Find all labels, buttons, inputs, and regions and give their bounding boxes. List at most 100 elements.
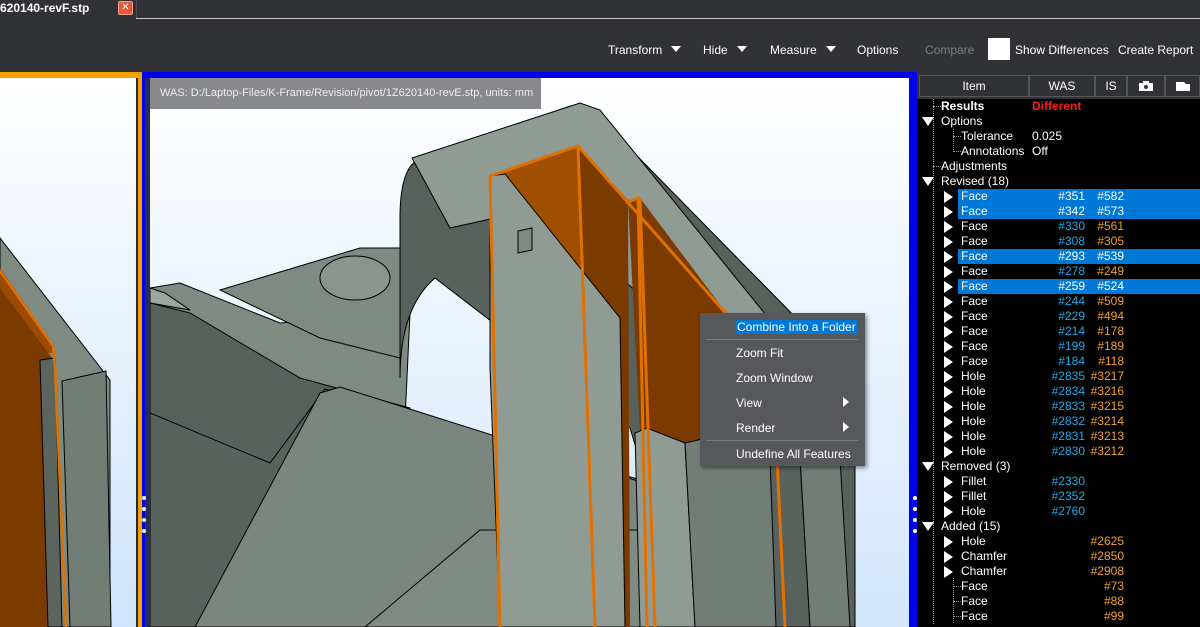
was-id: #2330 [1051,474,1085,488]
tree-row-revised[interactable]: Face #351 #582 [917,189,1200,204]
tree-row-revised[interactable]: Hole #2830 #3212 [917,444,1200,459]
expand-icon[interactable] [944,446,953,458]
expand-icon[interactable] [944,416,953,428]
feature-name: Face [961,609,988,623]
tree-row-added[interactable]: Face #99 [917,609,1200,624]
expand-icon[interactable] [944,491,953,503]
annotations-label: Annotations [961,144,1025,158]
collapse-icon[interactable] [922,117,934,126]
tree-row-added[interactable]: Added (15) [917,519,1200,534]
expand-icon[interactable] [944,536,953,548]
tree-row-revised[interactable]: Revised (18) [917,174,1200,189]
transform-menu[interactable]: Transform [608,43,682,57]
expand-icon[interactable] [944,476,953,488]
tree-row-removed[interactable]: Fillet #2352 [917,489,1200,504]
menu-item-view[interactable]: View [736,396,762,410]
expand-icon[interactable] [944,251,953,263]
menu-item-render[interactable]: Render [736,421,775,435]
tree-row-revised[interactable]: Hole #2832 #3214 [917,414,1200,429]
tree-row-revised[interactable]: Face #330 #561 [917,219,1200,234]
is-viewport[interactable] [0,72,142,627]
feature-name: Hole [961,414,986,428]
expand-icon[interactable] [944,191,953,203]
tree-row-results[interactable]: Results Different [917,99,1200,114]
viewport-gutter-right [909,78,917,627]
options-button[interactable]: Options [857,43,898,57]
tree-row-revised[interactable]: Face #214 #178 [917,324,1200,339]
is-viewport-canvas[interactable] [0,78,136,627]
tree-row-removed[interactable]: Fillet #2330 [917,474,1200,489]
expand-icon[interactable] [944,551,953,563]
tree-row-tolerance[interactable]: Tolerance 0.025 [917,129,1200,144]
toolbar: Transform Hide Measure Options Compare S… [0,19,1200,72]
expand-icon[interactable] [944,236,953,248]
tree-row-revised[interactable]: Hole #2831 #3213 [917,429,1200,444]
tree-row-revised[interactable]: Face #342 #573 [917,204,1200,219]
feature-name: Face [961,309,988,323]
compare-button[interactable]: Compare [925,43,974,57]
was-id: #2760 [1051,504,1085,518]
collapse-icon[interactable] [922,462,934,471]
is-id: #3217 [1090,369,1124,383]
menu-item-undefine-all-features[interactable]: Undefine All Features [736,447,851,461]
expand-icon[interactable] [944,341,953,353]
tree-row-revised[interactable]: Hole #2835 #3217 [917,369,1200,384]
expand-icon[interactable] [944,281,953,293]
tree-row-revised[interactable]: Hole #2834 #3216 [917,384,1200,399]
tree-row-added[interactable]: Hole #2625 [917,534,1200,549]
splitter-handle[interactable] [142,496,148,540]
expand-icon[interactable] [944,206,953,218]
hide-label: Hide [703,43,728,57]
document-tab[interactable]: 620140-revF.stp ✕ [0,0,136,19]
feature-name: Face [961,294,988,308]
tree-row-removed[interactable]: Hole #2760 [917,504,1200,519]
expand-icon[interactable] [944,326,953,338]
tree-row-revised[interactable]: Face #244 #509 [917,294,1200,309]
feature-name: Fillet [961,489,987,503]
show-differences-checkbox[interactable] [988,38,1010,60]
expand-icon[interactable] [944,506,953,518]
camera-icon[interactable] [1127,75,1165,97]
folder-icon[interactable] [1165,75,1200,97]
tree-row-removed[interactable]: Removed (3) [917,459,1200,474]
menu-item-combine-into-folder[interactable]: Combine Into a Folder [736,320,857,334]
expand-icon[interactable] [944,566,953,578]
tree-row-options[interactable]: Options [917,114,1200,129]
menu-item-zoom-fit[interactable]: Zoom Fit [736,346,783,360]
tree-row-revised[interactable]: Hole #2833 #3215 [917,399,1200,414]
expand-icon[interactable] [944,371,953,383]
tree-row-added[interactable]: Face #88 [917,594,1200,609]
tree-row-revised[interactable]: Face #308 #305 [917,234,1200,249]
expand-icon[interactable] [944,296,953,308]
measure-menu[interactable]: Measure [770,43,836,57]
tree-row-revised[interactable]: Face #293 #539 [917,249,1200,264]
collapse-icon[interactable] [922,522,934,531]
hide-menu[interactable]: Hide [703,43,747,57]
expand-icon[interactable] [944,356,953,368]
tree-row-adjustments[interactable]: Adjustments [917,159,1200,174]
column-header-item[interactable]: Item [919,75,1029,97]
create-report-button[interactable]: Create Report [1118,43,1193,57]
column-header-was[interactable]: WAS [1029,75,1095,97]
show-differences-label[interactable]: Show Differences [1015,43,1109,57]
expand-icon[interactable] [944,221,953,233]
tree-row-revised[interactable]: Face #199 #189 [917,339,1200,354]
tree-row-annotations[interactable]: Annotations Off [917,144,1200,159]
tree-row-added[interactable]: Chamfer #2908 [917,564,1200,579]
collapse-icon[interactable] [922,177,934,186]
tree-row-revised[interactable]: Face #229 #494 [917,309,1200,324]
menu-item-zoom-window[interactable]: Zoom Window [736,371,813,385]
tree-row-revised[interactable]: Face #259 #524 [917,279,1200,294]
tree-row-revised[interactable]: Face #278 #249 [917,264,1200,279]
tree-row-added[interactable]: Face #73 [917,579,1200,594]
is-id: #3212 [1090,444,1124,458]
expand-icon[interactable] [944,401,953,413]
expand-icon[interactable] [944,386,953,398]
close-icon[interactable]: ✕ [118,1,133,15]
expand-icon[interactable] [944,266,953,278]
expand-icon[interactable] [944,431,953,443]
tree-row-added[interactable]: Chamfer #2850 [917,549,1200,564]
column-header-is[interactable]: IS [1095,75,1127,97]
expand-icon[interactable] [944,311,953,323]
tree-row-revised[interactable]: Face #184 #118 [917,354,1200,369]
